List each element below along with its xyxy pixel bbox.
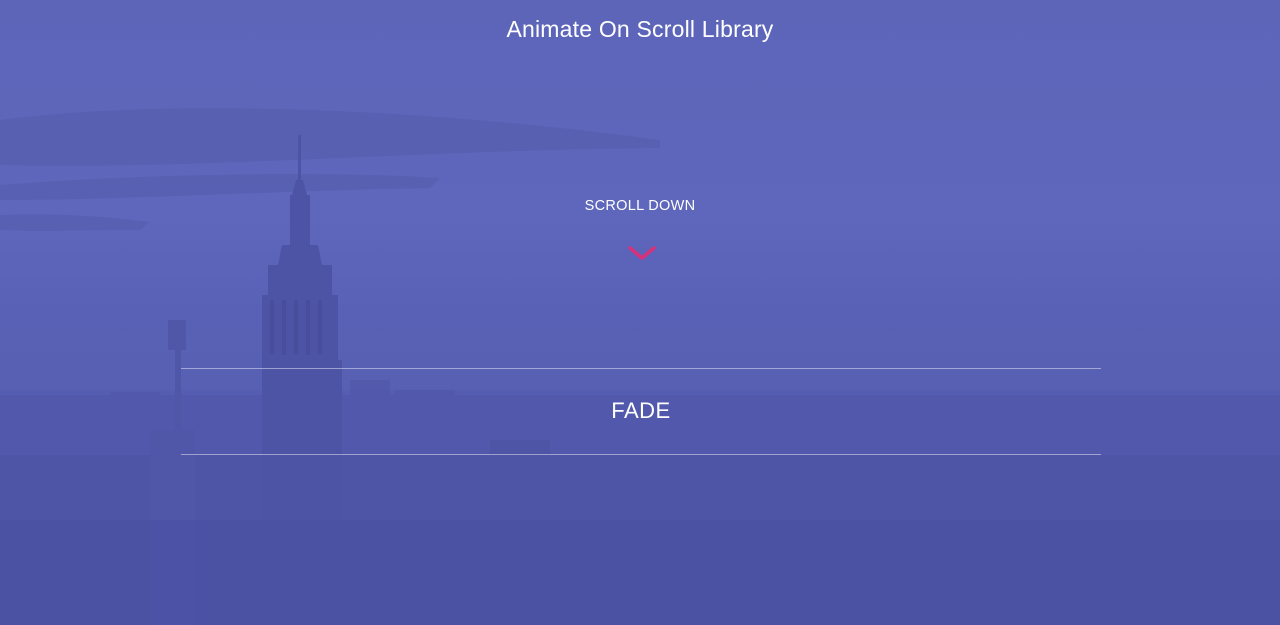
section-label: FADE (611, 398, 671, 423)
city-skyline-image (0, 0, 1280, 625)
scroll-down-label: SCROLL DOWN (584, 198, 696, 214)
page-title: Animate On Scroll Library (506, 16, 774, 42)
chevron-down-icon[interactable] (627, 244, 657, 262)
hero-background (0, 0, 1280, 625)
fade-section: FADE (181, 368, 1101, 455)
